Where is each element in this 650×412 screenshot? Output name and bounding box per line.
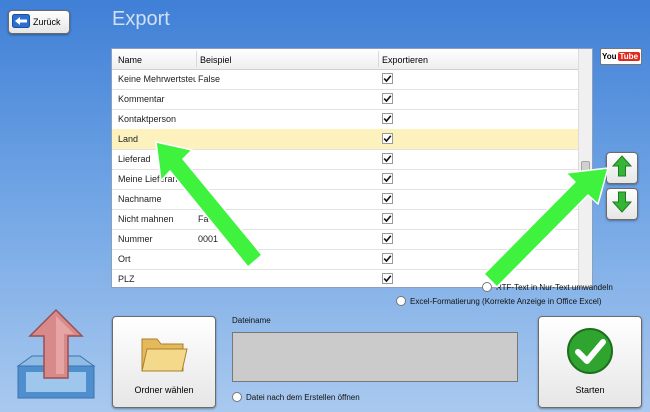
export-checkbox[interactable] xyxy=(382,153,393,164)
row-example: Fa xyxy=(198,214,209,224)
row-name: Nicht mahnen xyxy=(118,214,174,224)
export-icon xyxy=(10,306,102,407)
folder-icon xyxy=(139,331,189,380)
export-checkbox[interactable] xyxy=(382,93,393,104)
choose-folder-label: Ordner wählen xyxy=(134,385,194,395)
move-down-button[interactable] xyxy=(606,188,638,220)
youtube-you: You xyxy=(601,52,617,61)
move-up-button[interactable] xyxy=(606,152,638,184)
row-example: 0001 xyxy=(198,234,219,244)
table-row[interactable]: Meine Lieferan xyxy=(112,169,578,190)
export-checkbox[interactable] xyxy=(382,253,393,264)
table-row[interactable]: Nicht mahnen Fa xyxy=(112,209,578,230)
excel-option[interactable]: Excel-Formatierung (Korrekte Anzeige in … xyxy=(396,296,601,306)
page-title: Export xyxy=(112,8,170,30)
rtf-option[interactable]: RTF-Text in Nur-Text umwandeln xyxy=(482,282,613,292)
open-after-radio[interactable] xyxy=(232,392,242,402)
row-name: Nachname xyxy=(118,194,162,204)
column-header-name[interactable]: Name xyxy=(118,55,142,65)
row-name: Land xyxy=(118,134,139,144)
start-label: Starten xyxy=(575,385,605,395)
row-name: Lieferad xyxy=(118,154,151,164)
table-row[interactable]: Ort xyxy=(112,249,578,270)
export-checkbox[interactable] xyxy=(382,173,393,184)
column-header-example[interactable]: Beispiel xyxy=(200,55,232,65)
filename-field[interactable] xyxy=(232,332,518,382)
row-name: PLZ xyxy=(118,274,135,284)
export-checkbox[interactable] xyxy=(382,73,393,84)
export-checkbox[interactable] xyxy=(382,233,393,244)
filename-label: Dateiname xyxy=(232,316,271,325)
table-row[interactable]: Nummer 0001 xyxy=(112,229,578,250)
table-row[interactable]: Land xyxy=(112,129,578,150)
table-row[interactable]: Lieferad xyxy=(112,149,578,170)
checkmark-icon xyxy=(566,327,614,380)
youtube-button[interactable]: You Tube xyxy=(600,48,642,65)
table-row[interactable]: Nachname xyxy=(112,189,578,210)
export-checkbox[interactable] xyxy=(382,133,393,144)
choose-folder-button[interactable]: Ordner wählen xyxy=(112,316,216,408)
excel-label: Excel-Formatierung (Korrekte Anzeige in … xyxy=(410,296,602,306)
arrow-down-icon xyxy=(611,191,633,218)
table-row[interactable]: Keine Mehrwertsteu False xyxy=(112,69,578,90)
row-name: Keine Mehrwertsteu xyxy=(118,74,196,84)
row-name: Nummer xyxy=(118,234,153,244)
row-name: Ort xyxy=(118,254,131,264)
row-name: Meine Lieferan xyxy=(118,174,178,184)
back-button[interactable]: Zurück xyxy=(8,10,70,34)
open-after-label: Datei nach dem Erstellen öffnen xyxy=(246,392,360,402)
export-checkbox[interactable] xyxy=(382,213,393,224)
start-button[interactable]: Starten xyxy=(538,316,642,408)
youtube-tube: Tube xyxy=(617,52,641,61)
table-row[interactable]: Kommentar xyxy=(112,89,578,110)
table-row[interactable]: Kontaktperson xyxy=(112,109,578,130)
row-name: Kontaktperson xyxy=(118,114,177,124)
back-button-label: Zurück xyxy=(33,17,61,27)
open-after-option[interactable]: Datei nach dem Erstellen öffnen xyxy=(232,392,360,402)
export-checkbox[interactable] xyxy=(382,113,393,124)
rtf-label: RTF-Text in Nur-Text umwandeln xyxy=(496,282,613,292)
grid-scrollbar[interactable] xyxy=(578,49,592,287)
rtf-radio[interactable] xyxy=(482,282,492,292)
grid-header: Name Beispiel Exportieren xyxy=(112,49,578,70)
scrollbar-thumb[interactable] xyxy=(581,161,590,181)
row-example: False xyxy=(198,74,221,84)
arrow-left-icon xyxy=(12,14,30,30)
field-grid: Name Beispiel Exportieren Keine Mehrwert… xyxy=(111,48,593,288)
arrow-up-icon xyxy=(611,154,633,182)
excel-radio[interactable] xyxy=(396,296,406,306)
export-checkbox[interactable] xyxy=(382,193,393,204)
export-checkbox[interactable] xyxy=(382,273,393,284)
row-name: Kommentar xyxy=(118,94,165,104)
column-header-export[interactable]: Exportieren xyxy=(382,55,428,65)
